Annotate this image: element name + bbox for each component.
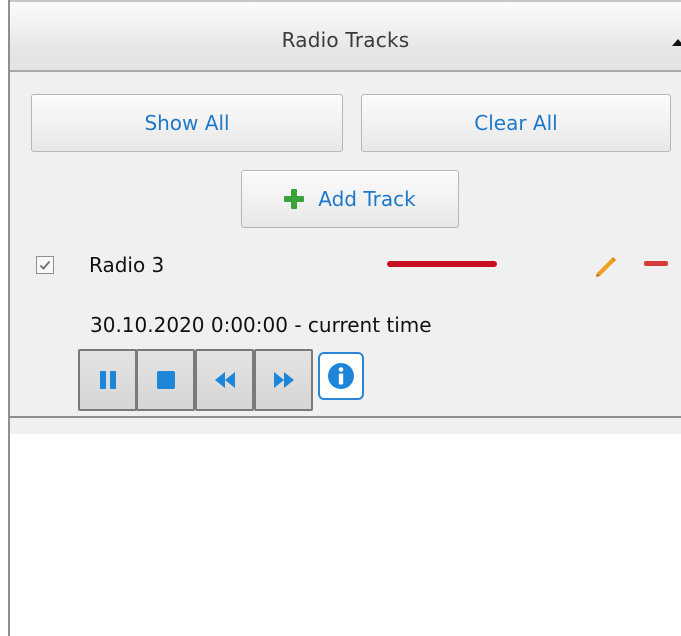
stop-icon bbox=[156, 371, 175, 389]
checkmark-icon bbox=[39, 260, 51, 270]
show-all-label: Show All bbox=[144, 111, 230, 135]
panel-header[interactable]: Radio Tracks bbox=[10, 0, 681, 72]
pause-icon bbox=[99, 371, 116, 389]
rewind-button[interactable] bbox=[195, 349, 254, 411]
stop-button[interactable] bbox=[136, 349, 195, 411]
pause-button[interactable] bbox=[78, 349, 137, 411]
pencil-icon[interactable] bbox=[592, 252, 620, 280]
plus-icon bbox=[284, 189, 305, 209]
info-icon bbox=[328, 363, 354, 389]
show-all-button[interactable]: Show All bbox=[31, 94, 343, 152]
add-track-button[interactable]: Add Track bbox=[241, 170, 459, 228]
fast-forward-button[interactable] bbox=[254, 349, 313, 411]
track-time-range: 30.10.2020 0:00:00 - current time bbox=[90, 313, 432, 337]
rewind-icon bbox=[214, 372, 235, 388]
clear-all-label: Clear All bbox=[474, 111, 558, 135]
info-button[interactable] bbox=[318, 352, 364, 400]
track-visibility-checkbox[interactable] bbox=[36, 256, 54, 274]
fast-forward-icon bbox=[273, 372, 294, 388]
radio-tracks-panel: Radio Tracks Show All Clear All Add Trac… bbox=[10, 0, 681, 434]
add-track-label: Add Track bbox=[318, 187, 416, 211]
clear-all-button[interactable]: Clear All bbox=[361, 94, 671, 152]
track-line-color-swatch[interactable] bbox=[387, 261, 497, 267]
playback-controls bbox=[78, 349, 380, 411]
track-name: Radio 3 bbox=[89, 253, 165, 277]
panel-title: Radio Tracks bbox=[281, 28, 410, 52]
triangle-up-icon[interactable] bbox=[672, 39, 681, 46]
minus-icon[interactable] bbox=[644, 261, 668, 266]
panel-divider bbox=[10, 416, 681, 418]
